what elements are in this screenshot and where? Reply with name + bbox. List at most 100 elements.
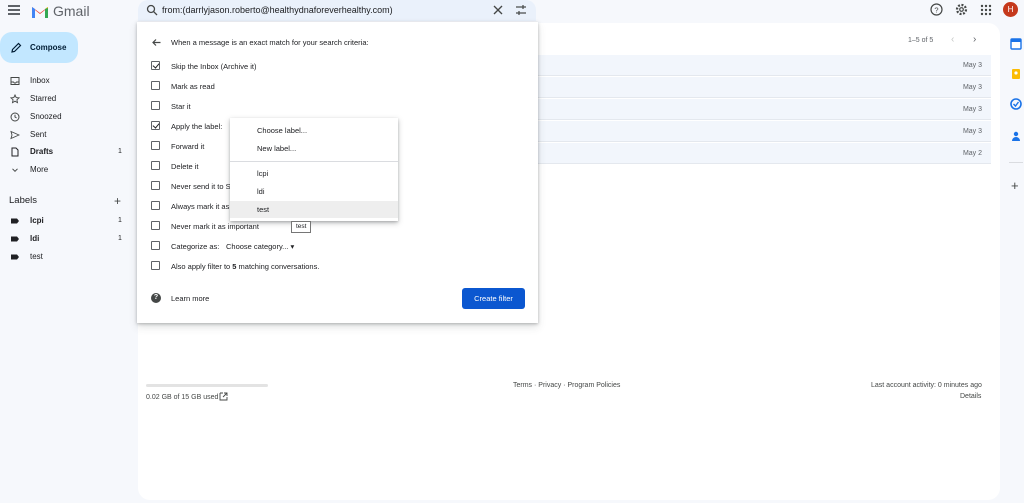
category-select[interactable]: Choose category... ▾ bbox=[226, 242, 294, 251]
option-label: Always mark it as bbox=[171, 202, 230, 211]
checkbox[interactable] bbox=[151, 81, 160, 90]
add-label-icon[interactable]: + bbox=[114, 194, 121, 208]
option-label: Never mark it as important bbox=[171, 222, 259, 231]
filter-option-never-important[interactable]: Never mark it as important bbox=[151, 221, 531, 233]
checkbox[interactable] bbox=[151, 181, 160, 190]
compose-button[interactable]: Compose bbox=[0, 32, 78, 63]
checkbox[interactable] bbox=[151, 241, 160, 250]
label-tag-icon bbox=[11, 254, 19, 259]
option-label-end: matching conversations. bbox=[236, 262, 320, 271]
mail-row[interactable]: May 3 bbox=[538, 99, 991, 120]
search-input[interactable]: from:(darrlyjason.roberto@healthydnafore… bbox=[162, 5, 393, 15]
option-label: Forward it bbox=[171, 142, 205, 151]
main-menu-icon[interactable] bbox=[8, 5, 20, 15]
sidebar-item-inbox[interactable]: Inbox bbox=[0, 72, 130, 89]
pencil-icon bbox=[11, 42, 22, 53]
option-label: Star it bbox=[171, 102, 191, 111]
gmail-logo[interactable]: Gmail bbox=[31, 3, 90, 19]
search-bar[interactable]: from:(darrlyjason.roberto@healthydnafore… bbox=[138, 0, 536, 21]
menu-item-label: test bbox=[257, 205, 270, 214]
checkbox[interactable] bbox=[151, 101, 160, 110]
gmail-m-icon bbox=[32, 6, 48, 18]
sidebar-item-snoozed[interactable]: Snoozed bbox=[0, 108, 130, 125]
learn-more-link[interactable]: Learn more bbox=[171, 294, 209, 303]
checkbox[interactable] bbox=[151, 201, 160, 210]
account-avatar[interactable]: H bbox=[1003, 2, 1018, 17]
sidebar-item-label: lcpi bbox=[30, 216, 44, 225]
sidebar-item-label: More bbox=[30, 165, 49, 174]
checkbox[interactable] bbox=[151, 261, 160, 270]
menu-item-label: Choose label... bbox=[257, 126, 308, 135]
mail-date: May 3 bbox=[962, 84, 982, 91]
sidebar-item-label: Starred bbox=[30, 94, 57, 103]
sidebar-item-starred[interactable]: Starred bbox=[0, 90, 130, 107]
sidebar-item-label: Inbox bbox=[30, 76, 50, 85]
contacts-icon[interactable] bbox=[1010, 130, 1022, 142]
filter-option-star[interactable]: Star it bbox=[151, 101, 531, 113]
sidebar-label-test[interactable]: test bbox=[0, 248, 130, 265]
mail-row[interactable]: May 3 bbox=[538, 55, 991, 76]
back-arrow-icon[interactable] bbox=[151, 37, 162, 48]
tasks-icon[interactable] bbox=[1010, 98, 1022, 110]
mail-row[interactable]: May 3 bbox=[538, 121, 991, 142]
chevron-right-icon[interactable]: › bbox=[973, 34, 976, 45]
mail-row[interactable]: May 2 bbox=[538, 143, 991, 164]
add-addon-icon[interactable]: + bbox=[1011, 178, 1019, 193]
tooltip: test bbox=[291, 221, 312, 233]
label-tag-icon bbox=[11, 236, 19, 241]
checkbox[interactable] bbox=[151, 221, 160, 230]
unread-count: 1 bbox=[118, 235, 122, 242]
menu-item-label-ldi[interactable]: ldi bbox=[230, 183, 398, 200]
sidebar-item-label: Snoozed bbox=[30, 112, 62, 121]
sidebar-label-ldi[interactable]: ldi 1 bbox=[0, 230, 130, 247]
mail-row[interactable]: May 3 bbox=[538, 77, 991, 98]
settings-gear-icon[interactable] bbox=[955, 3, 968, 16]
checkbox[interactable] bbox=[151, 121, 160, 130]
open-external-icon[interactable] bbox=[219, 392, 228, 401]
search-icon[interactable] bbox=[146, 4, 158, 16]
star-icon bbox=[10, 93, 20, 103]
menu-item-choose-label[interactable]: Choose label... bbox=[230, 122, 398, 139]
details-link[interactable]: Details bbox=[960, 393, 981, 400]
clear-search-icon[interactable] bbox=[492, 4, 504, 16]
calendar-icon[interactable] bbox=[1010, 38, 1022, 50]
filter-option-categorize[interactable]: Categorize as: Choose category... ▾ bbox=[151, 241, 531, 253]
chevron-down-icon bbox=[12, 167, 18, 172]
option-label: Mark as read bbox=[171, 82, 215, 91]
chevron-left-icon[interactable]: ‹ bbox=[951, 34, 954, 45]
pagination-text: 1–5 of 5 bbox=[908, 37, 934, 44]
keep-icon[interactable] bbox=[1010, 68, 1022, 80]
checkbox[interactable] bbox=[151, 61, 160, 70]
sidebar-item-sent[interactable]: Sent bbox=[0, 126, 130, 143]
storage-usage-bar bbox=[146, 384, 268, 387]
footer-links[interactable]: Terms · Privacy · Program Policies bbox=[513, 382, 620, 389]
apps-grid-icon[interactable] bbox=[980, 4, 992, 16]
filter-option-mark-read[interactable]: Mark as read bbox=[151, 81, 531, 93]
mail-date: May 3 bbox=[962, 128, 982, 135]
menu-item-label-lcpi[interactable]: lcpi bbox=[230, 165, 398, 182]
mail-date: May 3 bbox=[962, 62, 982, 69]
checkbox[interactable] bbox=[151, 161, 160, 170]
inbox-icon bbox=[10, 76, 20, 85]
menu-item-new-label[interactable]: New label... bbox=[230, 140, 398, 157]
top-bar: Gmail from:(darrlyjason.roberto@healthyd… bbox=[0, 0, 1024, 22]
mail-date: May 3 bbox=[962, 106, 982, 113]
help-circle-icon[interactable]: ? bbox=[151, 293, 161, 303]
menu-item-label-test[interactable]: test bbox=[230, 201, 398, 218]
help-icon[interactable]: ? bbox=[930, 3, 943, 16]
menu-item-label: lcpi bbox=[257, 169, 269, 178]
rail-divider bbox=[1009, 162, 1023, 163]
create-filter-button[interactable]: Create filter bbox=[462, 288, 525, 309]
storage-usage-text: 0.02 GB of 15 GB used bbox=[146, 394, 219, 401]
search-options-icon[interactable] bbox=[515, 4, 527, 16]
last-activity-text: Last account activity: 0 minutes ago bbox=[871, 382, 982, 389]
checkbox[interactable] bbox=[151, 141, 160, 150]
sidebar-item-more[interactable]: More bbox=[0, 161, 130, 178]
option-label: Delete it bbox=[171, 162, 199, 171]
sidebar-item-drafts[interactable]: Drafts 1 bbox=[0, 143, 130, 160]
sidebar-label-lcpi[interactable]: lcpi 1 bbox=[0, 212, 130, 229]
filter-option-apply-existing[interactable]: Also apply filter to 5 matching conversa… bbox=[151, 261, 531, 273]
filter-option-skip-inbox[interactable]: Skip the Inbox (Archive it) bbox=[151, 61, 531, 73]
sidebar-item-label: Drafts bbox=[30, 147, 54, 156]
label-dropdown-menu: Choose label... New label... lcpi ldi te… bbox=[230, 118, 398, 221]
